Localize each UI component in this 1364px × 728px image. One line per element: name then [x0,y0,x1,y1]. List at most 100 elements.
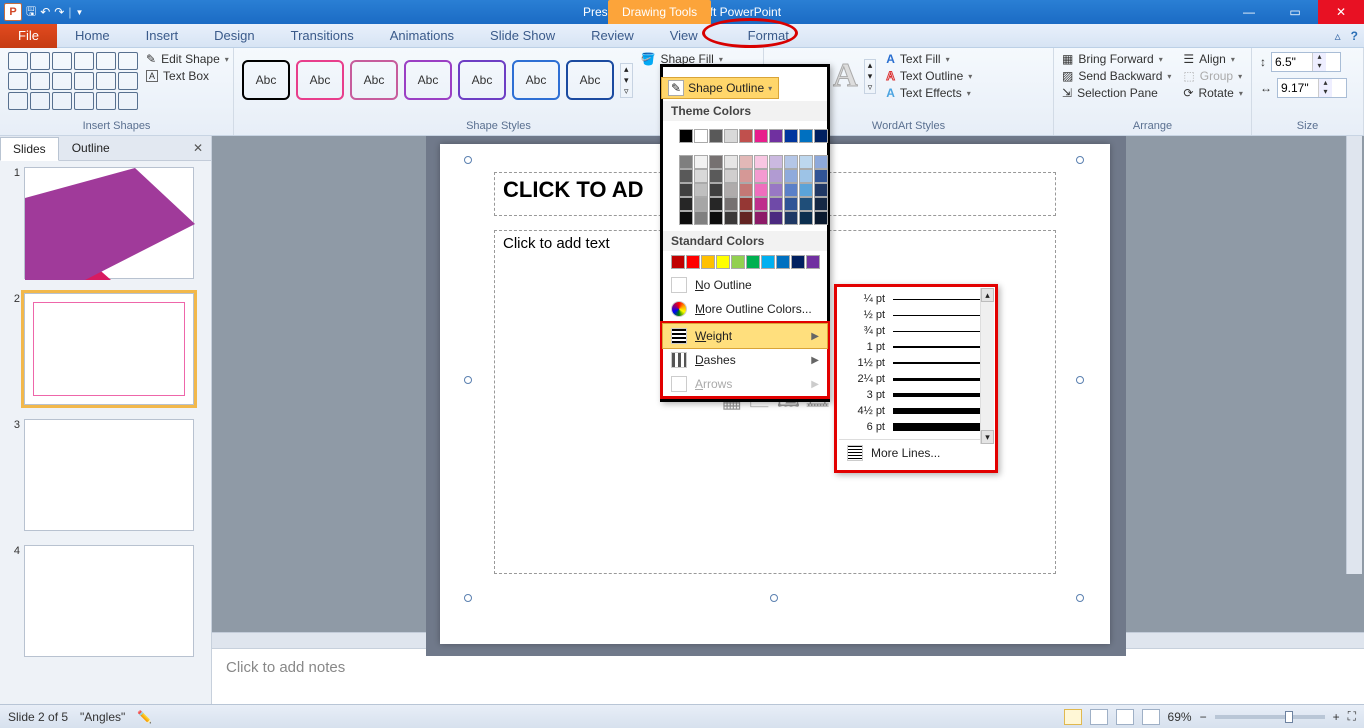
color-swatch[interactable] [799,155,813,169]
help-icon[interactable]: ? [1351,29,1358,43]
tab-review[interactable]: Review [573,24,652,48]
color-swatch[interactable] [739,169,753,183]
standard-colors-row[interactable] [663,251,827,273]
color-swatch[interactable] [679,197,693,211]
color-swatch[interactable] [709,155,723,169]
color-swatch[interactable] [709,183,723,197]
tab-format[interactable]: Format [730,24,807,48]
weight-option[interactable]: ¾ pt [837,323,995,339]
color-swatch[interactable] [679,211,693,225]
group-button[interactable]: ⬚Group▾ [1183,69,1242,83]
more-lines-item[interactable]: More Lines... [837,440,995,466]
color-swatch[interactable] [784,197,798,211]
tab-home[interactable]: Home [57,24,128,48]
weight-option[interactable]: ½ pt [837,307,995,323]
color-swatch[interactable] [746,255,760,269]
reading-view-button[interactable] [1116,709,1134,725]
color-swatch[interactable] [784,129,798,143]
slideshow-view-button[interactable] [1142,709,1160,725]
weight-option[interactable]: 4½ pt [837,403,995,419]
color-swatch[interactable] [724,211,738,225]
weight-option[interactable]: 3 pt [837,387,995,403]
color-swatch[interactable] [814,129,828,143]
color-swatch[interactable] [814,169,828,183]
maximize-button[interactable]: ▭ [1272,0,1318,24]
bring-forward-button[interactable]: ▦Bring Forward▾ [1062,52,1171,66]
color-swatch[interactable] [724,169,738,183]
weight-option[interactable]: ¼ pt [837,291,995,307]
spellcheck-icon[interactable]: ✏️ [137,710,152,724]
color-swatch[interactable] [694,155,708,169]
color-swatch[interactable] [754,183,768,197]
dashes-item[interactable]: Dashes▶ [663,348,827,372]
qat-save-icon[interactable]: 🖫 [26,2,36,23]
color-swatch[interactable] [754,129,768,143]
color-swatch[interactable] [679,183,693,197]
tab-file[interactable]: File [0,24,57,48]
color-swatch[interactable] [814,197,828,211]
weight-option[interactable]: 2¼ pt [837,371,995,387]
color-swatch[interactable] [769,155,783,169]
color-swatch[interactable] [724,183,738,197]
zoom-in-button[interactable]: + [1333,710,1340,724]
edit-shape-button[interactable]: ✎Edit Shape▾ [146,52,229,66]
color-swatch[interactable] [694,197,708,211]
color-swatch[interactable] [739,197,753,211]
color-swatch[interactable] [784,169,798,183]
color-swatch[interactable] [769,183,783,197]
color-swatch[interactable] [731,255,745,269]
color-swatch[interactable] [799,183,813,197]
color-swatch[interactable] [754,169,768,183]
color-swatch[interactable] [754,155,768,169]
color-swatch[interactable] [814,183,828,197]
color-swatch[interactable] [694,129,708,143]
color-swatch[interactable] [724,197,738,211]
text-fill-button[interactable]: AText Fill▾ [886,52,972,66]
shape-height-input[interactable]: ▴▾ [1271,52,1341,72]
color-swatch[interactable] [799,211,813,225]
color-swatch[interactable] [769,129,783,143]
resize-handle[interactable] [1076,156,1084,164]
text-outline-button[interactable]: AText Outline▾ [886,69,972,83]
color-swatch[interactable] [784,155,798,169]
color-swatch[interactable] [709,211,723,225]
slide-thumbnail[interactable] [24,167,194,279]
notes-pane[interactable]: Click to add notes [212,648,1364,704]
qat-redo-icon[interactable]: ↷ [54,5,64,19]
slide-thumbnail[interactable] [24,293,194,405]
align-button[interactable]: ☰Align▾ [1183,52,1242,66]
color-swatch[interactable] [754,197,768,211]
color-swatch[interactable] [769,197,783,211]
theme-colors-grid[interactable] [663,121,827,231]
shapes-gallery[interactable] [8,52,138,110]
resize-handle[interactable] [464,594,472,602]
tab-animations[interactable]: Animations [372,24,472,48]
color-swatch[interactable] [769,169,783,183]
weight-option[interactable]: 1 pt [837,339,995,355]
color-swatch[interactable] [784,183,798,197]
close-button[interactable]: ✕ [1318,0,1364,24]
color-swatch[interactable] [806,255,820,269]
qat-customize-icon[interactable]: ▼ [75,8,83,17]
color-swatch[interactable] [814,211,828,225]
weight-scrollbar[interactable]: ▴▾ [980,288,994,444]
app-icon[interactable]: P [4,3,22,21]
color-swatch[interactable] [671,255,685,269]
shape-styles-gallery[interactable]: Abc Abc Abc Abc Abc Abc Abc ▴▾▿ [242,60,633,100]
zoom-slider[interactable] [1215,715,1325,719]
vertical-scrollbar[interactable] [1346,136,1362,574]
sorter-view-button[interactable] [1090,709,1108,725]
resize-handle[interactable] [1076,594,1084,602]
outline-tab[interactable]: Outline [59,136,123,160]
color-swatch[interactable] [739,183,753,197]
color-swatch[interactable] [769,211,783,225]
slides-tab[interactable]: Slides [0,137,59,161]
color-swatch[interactable] [709,129,723,143]
normal-view-button[interactable] [1064,709,1082,725]
color-swatch[interactable] [754,211,768,225]
color-swatch[interactable] [791,255,805,269]
color-swatch[interactable] [709,169,723,183]
color-swatch[interactable] [686,255,700,269]
color-swatch[interactable] [799,197,813,211]
scroll-up-icon[interactable]: ▴ [981,288,994,302]
